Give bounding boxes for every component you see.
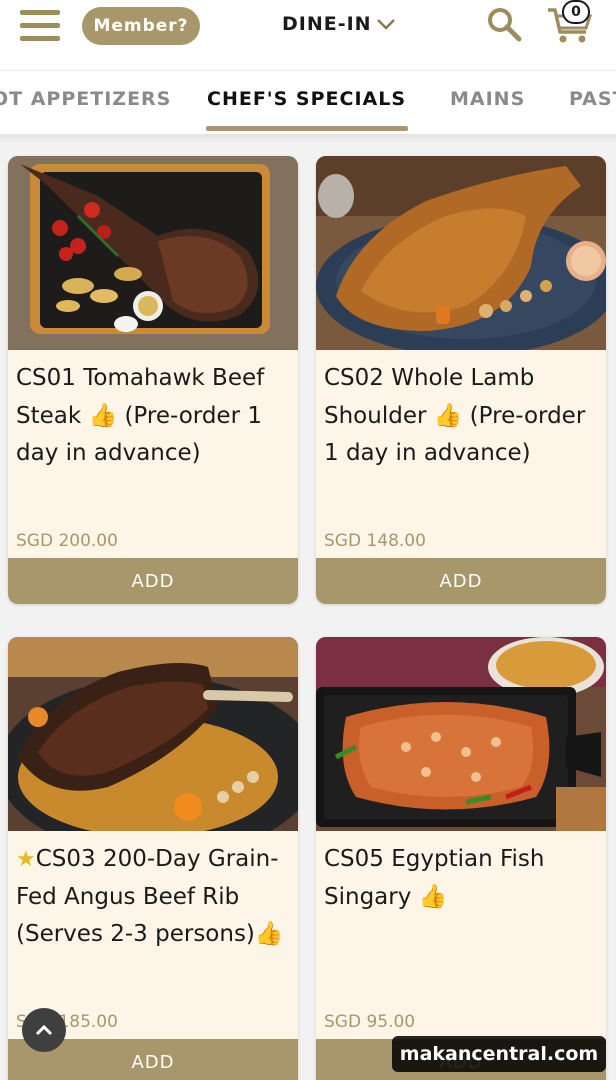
watermark: makancentral.com [392,1036,606,1072]
item-price: SGD 200.00 [16,531,118,551]
item-photo-lamb-shoulder [316,156,606,350]
item-title: CS05 Egyptian Fish Singary 👍 [324,846,545,910]
add-to-cart-button[interactable]: ADD [8,558,298,604]
cart-count-badge: 0 [562,0,590,24]
tab-hot-appetizers[interactable]: OT APPETIZERS [0,88,171,110]
item-title-text: CS03 200-Day Grain-Fed Angus Beef Rib (S… [16,846,284,947]
chevron-up-icon [35,1024,53,1036]
item-photo-fish-singary [316,637,606,831]
chevron-down-icon [376,19,395,30]
item-title: ★CS03 200-Day Grain-Fed Angus Beef Rib (… [16,841,292,954]
menu-item-card[interactable]: CS01 Tomahawk Beef Steak 👍 (Pre-order 1 … [8,156,298,604]
top-header: Member? DINE-IN 0 [0,0,616,70]
menu-item-card[interactable]: CS02 Whole Lamb Shoulder 👍 (Pre-order 1 … [316,156,606,604]
item-photo-tomahawk [8,156,298,350]
dining-mode-selector[interactable]: DINE-IN [282,10,396,38]
menu-icon[interactable] [20,10,62,42]
member-button[interactable]: Member? [82,7,200,45]
item-price: SGD 95.00 [324,1012,416,1032]
search-icon[interactable] [486,6,522,42]
tab-mains[interactable]: MAINS [450,88,525,110]
tab-pasta[interactable]: PAST [569,88,616,110]
tab-chefs-specials[interactable]: CHEF'S SPECIALS [207,88,406,110]
menu-item-card[interactable]: CS05 Egyptian Fish Singary 👍 SGD 95.00 A… [316,637,606,1080]
scroll-to-top-button[interactable] [22,1008,66,1052]
menu-page: Member? DINE-IN 0 OT APPETIZERS CHEF'S S… [0,0,616,1080]
dining-mode-label: DINE-IN [282,13,372,35]
item-price: SGD 148.00 [324,531,426,551]
category-tabs: OT APPETIZERS CHEF'S SPECIALS MAINS PAST [0,70,616,136]
add-to-cart-button[interactable]: ADD [316,558,606,604]
tabs-shadow [0,134,616,144]
active-tab-underline [206,126,408,131]
item-title: CS01 Tomahawk Beef Steak 👍 (Pre-order 1 … [16,365,265,466]
star-icon: ★ [16,847,36,872]
item-photo-beef-rib [8,637,298,831]
item-title: CS02 Whole Lamb Shoulder 👍 (Pre-order 1 … [324,365,586,466]
